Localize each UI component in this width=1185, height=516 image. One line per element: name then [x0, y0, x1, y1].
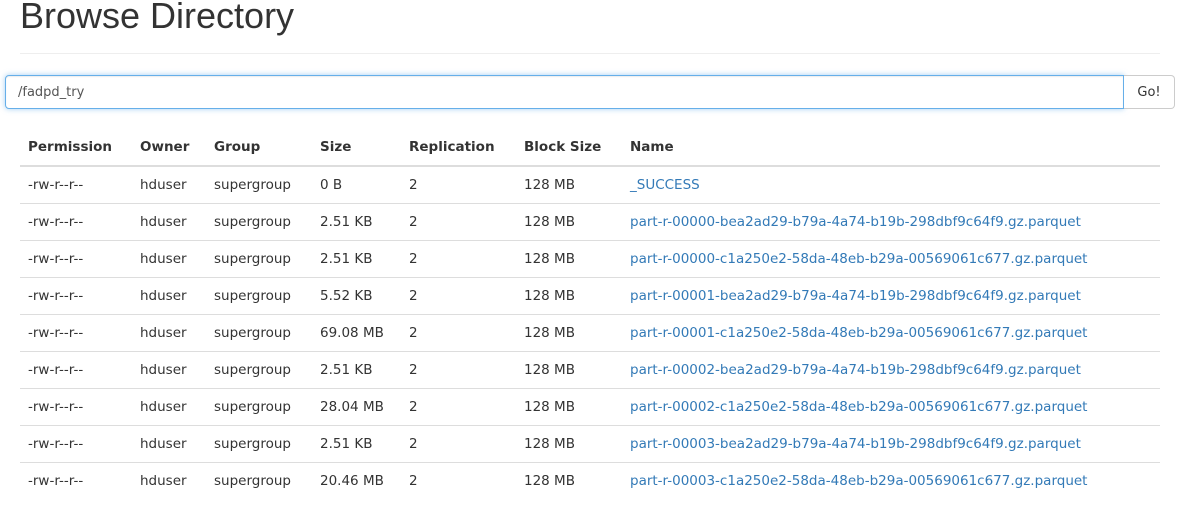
- table-row: -rw-r--r-- hduser supergroup 5.52 KB 2 1…: [20, 277, 1160, 315]
- owner-cell: hduser: [132, 277, 206, 315]
- replication-cell: 2: [401, 351, 516, 389]
- group-cell: supergroup: [206, 351, 312, 389]
- table-row: -rw-r--r-- hduser supergroup 0 B 2 128 M…: [20, 166, 1160, 204]
- column-header-permission[interactable]: Permission: [20, 129, 132, 167]
- column-header-size[interactable]: Size: [312, 129, 401, 167]
- name-cell: part-r-00000-bea2ad29-b79a-4a74-b19b-298…: [622, 203, 1160, 241]
- owner-cell: hduser: [132, 351, 206, 389]
- size-cell: 69.08 MB: [312, 314, 401, 352]
- permission-cell: -rw-r--r--: [20, 351, 132, 389]
- name-cell: part-r-00002-c1a250e2-58da-48eb-b29a-005…: [622, 388, 1160, 426]
- group-cell: supergroup: [206, 240, 312, 278]
- file-link[interactable]: part-r-00000-c1a250e2-58da-48eb-b29a-005…: [630, 251, 1087, 267]
- table-row: -rw-r--r-- hduser supergroup 2.51 KB 2 1…: [20, 203, 1160, 241]
- permission-cell: -rw-r--r--: [20, 314, 132, 352]
- group-cell: supergroup: [206, 277, 312, 315]
- group-cell: supergroup: [206, 203, 312, 241]
- block-size-cell: 128 MB: [516, 425, 622, 463]
- size-cell: 2.51 KB: [312, 203, 401, 241]
- permission-cell: -rw-r--r--: [20, 462, 132, 499]
- size-cell: 20.46 MB: [312, 462, 401, 499]
- file-link[interactable]: part-r-00000-bea2ad29-b79a-4a74-b19b-298…: [630, 214, 1081, 230]
- file-link[interactable]: _SUCCESS: [630, 177, 700, 193]
- file-link[interactable]: part-r-00003-bea2ad29-b79a-4a74-b19b-298…: [630, 436, 1081, 452]
- owner-cell: hduser: [132, 425, 206, 463]
- block-size-cell: 128 MB: [516, 351, 622, 389]
- replication-cell: 2: [401, 388, 516, 426]
- name-cell: part-r-00000-c1a250e2-58da-48eb-b29a-005…: [622, 240, 1160, 278]
- group-cell: supergroup: [206, 462, 312, 499]
- group-cell: supergroup: [214, 177, 291, 193]
- header-divider: [20, 53, 1160, 54]
- owner-cell: hduser: [132, 388, 206, 426]
- block-size-cell: 128 MB: [516, 203, 622, 241]
- replication-cell: 2: [401, 462, 516, 499]
- column-header-block-size[interactable]: Block Size: [516, 129, 622, 167]
- name-cell: part-r-00001-c1a250e2-58da-48eb-b29a-005…: [622, 314, 1160, 352]
- block-size-cell: 128 MB: [516, 277, 622, 315]
- owner-cell: hduser: [140, 177, 187, 193]
- group-cell: supergroup: [206, 388, 312, 426]
- table-row: -rw-r--r-- hduser supergroup 69.08 MB 2 …: [20, 314, 1160, 352]
- path-bar: Go!: [5, 75, 1175, 109]
- name-cell: part-r-00003-bea2ad29-b79a-4a74-b19b-298…: [622, 425, 1160, 463]
- column-header-owner[interactable]: Owner: [132, 129, 206, 167]
- table-row: -rw-r--r-- hduser supergroup 20.46 MB 2 …: [20, 462, 1160, 499]
- replication-cell: 2: [401, 425, 516, 463]
- permission-cell: -rw-r--r--: [20, 425, 132, 463]
- page-title: Browse Directory: [20, 0, 295, 36]
- group-cell: supergroup: [206, 314, 312, 352]
- column-header-name[interactable]: Name: [622, 129, 1160, 167]
- owner-cell: hduser: [132, 314, 206, 352]
- replication-cell: 2: [401, 240, 516, 278]
- name-cell: part-r-00001-bea2ad29-b79a-4a74-b19b-298…: [622, 277, 1160, 315]
- table-header-row: Permission Owner Group Size Replication …: [20, 129, 1160, 167]
- table-body: -rw-r--r-- hduser supergroup 0 B 2 128 M…: [20, 166, 1160, 499]
- file-link[interactable]: part-r-00002-bea2ad29-b79a-4a74-b19b-298…: [630, 362, 1081, 378]
- owner-cell: hduser: [132, 240, 206, 278]
- replication-cell: 2: [401, 314, 516, 352]
- permission-cell: -rw-r--r--: [20, 277, 132, 315]
- name-cell: part-r-00003-c1a250e2-58da-48eb-b29a-005…: [622, 462, 1160, 499]
- table-row: -rw-r--r-- hduser supergroup 28.04 MB 2 …: [20, 388, 1160, 426]
- block-size-cell: 128 MB: [516, 314, 622, 352]
- size-cell: 2.51 KB: [312, 351, 401, 389]
- permission-cell: -rw-r--r--: [20, 203, 132, 241]
- size-cell: 2.51 KB: [312, 425, 401, 463]
- group-cell: supergroup: [206, 425, 312, 463]
- owner-cell: hduser: [132, 203, 206, 241]
- column-header-replication[interactable]: Replication: [401, 129, 516, 167]
- replication-cell: 2: [401, 277, 516, 315]
- column-header-group[interactable]: Group: [206, 129, 312, 167]
- table-row: -rw-r--r-- hduser supergroup 2.51 KB 2 1…: [20, 240, 1160, 278]
- size-cell: 2.51 KB: [312, 240, 401, 278]
- size-cell: 0 B: [320, 177, 343, 193]
- block-size-cell: 128 MB: [516, 462, 622, 499]
- size-cell: 5.52 KB: [312, 277, 401, 315]
- file-link[interactable]: part-r-00003-c1a250e2-58da-48eb-b29a-005…: [630, 473, 1087, 489]
- replication-cell: 2: [409, 177, 418, 193]
- file-link[interactable]: part-r-00001-bea2ad29-b79a-4a74-b19b-298…: [630, 288, 1081, 304]
- block-size-cell: 128 MB: [524, 177, 575, 193]
- block-size-cell: 128 MB: [516, 240, 622, 278]
- file-link[interactable]: part-r-00001-c1a250e2-58da-48eb-b29a-005…: [630, 325, 1087, 341]
- replication-cell: 2: [401, 203, 516, 241]
- block-size-cell: 128 MB: [516, 388, 622, 426]
- directory-path-input[interactable]: [5, 75, 1124, 109]
- table-row: -rw-r--r-- hduser supergroup 2.51 KB 2 1…: [20, 351, 1160, 389]
- table-row: -rw-r--r-- hduser supergroup 2.51 KB 2 1…: [20, 425, 1160, 463]
- name-cell: part-r-00002-bea2ad29-b79a-4a74-b19b-298…: [622, 351, 1160, 389]
- browse-directory-page: Browse Directory Go! Permission Owner Gr…: [0, 0, 1185, 516]
- owner-cell: hduser: [132, 462, 206, 499]
- permission-cell: -rw-r--r--: [28, 177, 84, 193]
- directory-listing-table: Permission Owner Group Size Replication …: [20, 129, 1160, 499]
- name-cell: _SUCCESS: [622, 166, 1160, 204]
- permission-cell: -rw-r--r--: [20, 388, 132, 426]
- permission-cell: -rw-r--r--: [20, 240, 132, 278]
- file-link[interactable]: part-r-00002-c1a250e2-58da-48eb-b29a-005…: [630, 399, 1087, 415]
- size-cell: 28.04 MB: [312, 388, 401, 426]
- go-button[interactable]: Go!: [1124, 75, 1175, 109]
